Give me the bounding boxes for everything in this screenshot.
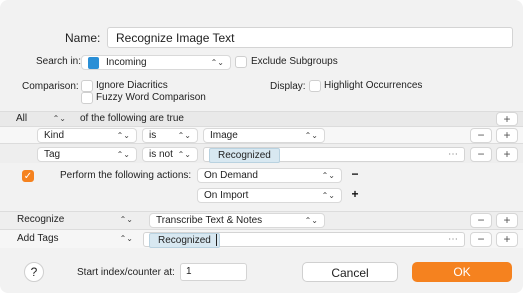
ignore-diacritics-checkbox[interactable]	[81, 80, 93, 92]
counter-value: 1	[186, 266, 192, 277]
action-param-popup[interactable]: Transcribe Text & Notes ⌃⌄	[149, 213, 325, 228]
add-condition-button[interactable]: +	[496, 147, 518, 162]
perform-label: Perform the following actions:	[60, 170, 192, 181]
chevron-updown-icon: ⌃⌄	[177, 131, 191, 140]
add-condition-button[interactable]: +	[496, 112, 518, 126]
condition-value: Image	[210, 130, 238, 141]
condition-op-value: is	[149, 130, 157, 141]
remove-trigger-button[interactable]: −	[349, 168, 361, 181]
condition-field-value: Kind	[44, 130, 65, 141]
condition-field-popup[interactable]: Kind ⌃⌄	[37, 128, 137, 143]
chevron-updown-icon: ⌃⌄	[119, 234, 133, 243]
condition-op-popup[interactable]: is ⌃⌄	[142, 128, 198, 143]
name-field[interactable]: Recognize Image Text	[107, 27, 513, 48]
trigger-popup[interactable]: On Import ⌃⌄	[197, 188, 342, 203]
search-in-value: Incoming	[106, 57, 147, 68]
cancel-button[interactable]: Cancel	[302, 262, 398, 282]
remove-action-button[interactable]: −	[470, 232, 492, 247]
ok-button[interactable]: OK	[412, 262, 512, 282]
tags-field[interactable]: Recognized ⋯	[143, 232, 465, 248]
condition-field-popup[interactable]: Tag ⌃⌄	[37, 147, 137, 162]
match-row: All ⌃⌄ of the following are true +	[0, 111, 523, 126]
chevron-updown-icon: ⌃⌄	[177, 150, 191, 159]
chevron-updown-icon: ⌃⌄	[116, 131, 130, 140]
condition-op-popup[interactable]: is not ⌃⌄	[142, 147, 198, 162]
exclude-subgroups-label: Exclude Subgroups	[251, 56, 338, 67]
search-in-popup[interactable]: Incoming ⌃⌄	[81, 55, 231, 70]
trigger-popup[interactable]: On Demand ⌃⌄	[197, 168, 342, 183]
database-icon	[88, 57, 99, 69]
display-label: Display:	[270, 81, 306, 92]
counter-label: Start index/counter at:	[77, 267, 175, 278]
chevron-updown-icon: ⌃⌄	[119, 215, 133, 224]
action-row: Recognize ⌃⌄ Transcribe Text & Notes ⌃⌄ …	[0, 211, 523, 229]
action-row: Add Tags ⌃⌄ Recognized ⋯ − +	[0, 229, 523, 248]
chevron-updown-icon: ⌃⌄	[321, 191, 335, 200]
help-button[interactable]: ?	[24, 262, 44, 282]
add-condition-button[interactable]: +	[496, 128, 518, 143]
remove-action-button[interactable]: −	[470, 213, 492, 228]
ellipsis-icon[interactable]: ⋯	[448, 233, 458, 246]
tag-token: Recognized	[149, 233, 220, 248]
match-suffix: of the following are true	[80, 113, 184, 124]
condition-row: Kind ⌃⌄ is ⌃⌄ Image ⌃⌄ − +	[0, 126, 523, 143]
action-popup[interactable]: Add Tags ⌃⌄	[11, 232, 139, 247]
action-value: Recognize	[17, 214, 65, 225]
add-action-button[interactable]: +	[496, 232, 518, 247]
highlight-label: Highlight Occurrences	[324, 80, 423, 91]
chevron-updown-icon: ⌃⌄	[210, 58, 224, 67]
fuzzy-checkbox[interactable]	[81, 92, 93, 104]
chevron-updown-icon: ⌃⌄	[304, 131, 318, 140]
chevron-updown-icon: ⌃⌄	[321, 171, 335, 180]
perform-checkbox[interactable]: ✓	[22, 170, 34, 182]
tag-token: Recognized	[209, 148, 280, 163]
text-cursor	[216, 234, 217, 246]
match-mode-value: All	[16, 113, 28, 124]
search-in-label: Search in:	[36, 56, 82, 67]
tag-value-field[interactable]: Recognized ⋯	[203, 147, 465, 163]
smart-rule-dialog: Name: Recognize Image Text Search in: In…	[0, 0, 523, 293]
fuzzy-label: Fuzzy Word Comparison	[96, 92, 206, 103]
comparison-label: Comparison:	[22, 81, 79, 92]
action-popup[interactable]: Recognize ⌃⌄	[11, 213, 139, 228]
add-trigger-button[interactable]: +	[349, 188, 361, 201]
trigger-value: On Import	[204, 190, 249, 201]
chevron-updown-icon: ⌃⌄	[116, 150, 130, 159]
action-param-value: Transcribe Text & Notes	[156, 215, 263, 226]
name-value: Recognize Image Text	[116, 31, 235, 45]
remove-condition-button[interactable]: −	[470, 128, 492, 143]
condition-row: Tag ⌃⌄ is not ⌃⌄ Recognized ⋯ − +	[0, 143, 523, 163]
counter-field[interactable]: 1	[180, 263, 247, 281]
match-mode-popup[interactable]: All ⌃⌄	[10, 112, 72, 126]
chevron-updown-icon: ⌃⌄	[52, 114, 66, 123]
exclude-subgroups-checkbox[interactable]	[235, 56, 247, 68]
remove-condition-button[interactable]: −	[470, 147, 492, 162]
ellipsis-icon[interactable]: ⋯	[448, 148, 458, 161]
trigger-value: On Demand	[204, 170, 258, 181]
highlight-checkbox[interactable]	[309, 80, 321, 92]
add-action-button[interactable]: +	[496, 213, 518, 228]
condition-value-popup[interactable]: Image ⌃⌄	[203, 128, 325, 143]
name-label: Name:	[65, 31, 101, 45]
condition-field-value: Tag	[44, 149, 61, 160]
chevron-updown-icon: ⌃⌄	[304, 216, 318, 225]
action-value: Add Tags	[17, 233, 59, 244]
condition-op-value: is not	[149, 149, 173, 160]
